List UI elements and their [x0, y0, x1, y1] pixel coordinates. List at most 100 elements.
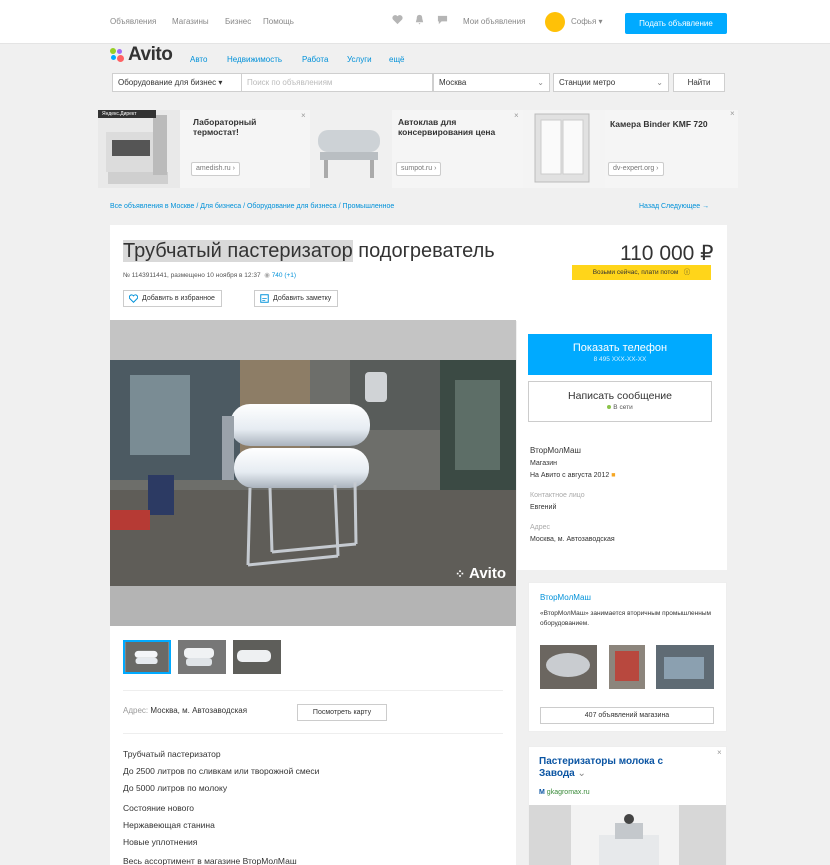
prev-next-links[interactable]: Назад Следующее →: [639, 203, 709, 210]
ad2-title[interactable]: Автоклав для консервирования цена: [398, 117, 513, 137]
show-map-button[interactable]: Посмотреть карту: [297, 704, 387, 721]
nav-more[interactable]: ещё: [389, 55, 404, 64]
side-ad-domain-text: gkagromax.ru: [546, 789, 590, 796]
ad2-image[interactable]: [310, 110, 392, 188]
photo-thumbnail-1[interactable]: [123, 640, 171, 674]
nav-auto[interactable]: Авто: [190, 55, 207, 64]
search-input[interactable]: Поиск по объявлениям: [241, 73, 433, 92]
store-description: «ВторМолМаш» занимается вторичным промыш…: [540, 610, 711, 627]
write-message-label: Написать сообщение: [568, 390, 672, 402]
topbar-link-shops[interactable]: Магазины: [172, 17, 209, 26]
ad1-close-icon[interactable]: ×: [301, 111, 306, 120]
nav-realty[interactable]: Недвижимость: [227, 55, 282, 64]
contact-person-name: Евгений: [530, 504, 557, 511]
city-select[interactable]: Москва ⌄: [433, 73, 550, 92]
store-photo-3[interactable]: [656, 645, 714, 689]
address-value: Москва, м. Автозаводская: [150, 706, 248, 715]
ad3-image[interactable]: [523, 110, 605, 188]
store-photo-1[interactable]: [540, 645, 597, 689]
ad-source-label: Яндекс.Директ: [102, 111, 137, 117]
user-name-menu[interactable]: Софья ▾: [571, 17, 603, 26]
ad1-image[interactable]: [98, 110, 180, 188]
seller-type: Магазин: [530, 460, 558, 467]
topbar-link-ads[interactable]: Объявления: [110, 17, 156, 26]
divider: [123, 733, 503, 734]
description-line: Состояние нового: [123, 803, 194, 813]
side-ad-title-text: Пастеризаторы молока с Завода: [539, 756, 664, 779]
write-message-button[interactable]: Написать сообщение В сети: [528, 381, 712, 422]
ad2-domain-link[interactable]: sumpot.ru ›: [396, 162, 442, 176]
avito-logo[interactable]: Avito: [110, 43, 173, 67]
address-row: Адрес: Москва, м. Автозаводская: [123, 706, 247, 715]
nav-services[interactable]: Услуги: [347, 55, 372, 64]
logo-text: Avito: [128, 44, 173, 65]
main-photo[interactable]: ⁘ Avito: [110, 320, 516, 626]
ad2-close-icon[interactable]: ×: [514, 111, 519, 120]
item-meta: № 1143911441, размещено 10 ноября в 12:3…: [123, 271, 296, 279]
side-ad-close-icon[interactable]: ×: [717, 748, 722, 757]
description-line: Новые уплотнения: [123, 837, 198, 847]
description-line: До 2500 литров по сливкам или творожной …: [123, 766, 320, 776]
masked-phone: 8 495 XXX-XX-XX: [593, 356, 647, 363]
show-phone-label: Показать телефон: [572, 342, 668, 354]
side-ad-image[interactable]: [529, 805, 726, 865]
side-ad-favicon: M: [539, 789, 545, 796]
info-icon: ⓘ: [683, 269, 691, 276]
description-line: Весь ассортимент в магазине ВторМолМаш: [123, 856, 297, 865]
online-dot-icon: [607, 405, 612, 410]
watermark-text: Avito: [469, 565, 506, 582]
contact-address-label: Адрес: [530, 524, 551, 531]
views-eye-icon: ◉: [262, 272, 270, 279]
messages-icon[interactable]: [437, 14, 448, 25]
item-number-date: № 1143911441, размещено 10 ноября в 12:3…: [123, 272, 261, 279]
topbar-link-help[interactable]: Помощь: [263, 17, 294, 26]
contact-address-value: Москва, м. Автозаводская: [530, 536, 615, 543]
search-button[interactable]: Найти: [673, 73, 725, 92]
ad-banner: Яндекс.Директ Лабораторный термостат! am…: [98, 109, 738, 188]
ad1-title[interactable]: Лабораторный термостат!: [193, 117, 278, 137]
watermark-dots-icon: ⁘: [454, 566, 466, 581]
store-photo-2[interactable]: [609, 645, 645, 689]
ad3-close-icon[interactable]: ×: [730, 109, 735, 118]
side-ad-domain[interactable]: M gkagromax.ru: [539, 789, 590, 796]
post-ad-button[interactable]: Подать объявление: [625, 13, 727, 34]
online-label: В сети: [613, 404, 633, 411]
item-price: 110 000 ₽: [620, 242, 714, 265]
store-ads-button[interactable]: 407 объявлений магазина: [540, 707, 714, 724]
category-value: Оборудование для бизнес: [118, 78, 217, 87]
add-to-favorites-button[interactable]: Добавить в избранное: [123, 290, 222, 307]
breadcrumb[interactable]: Все объявления в Москве / Для бизнеса / …: [110, 203, 394, 210]
ad1-domain-link[interactable]: amedish.ru ›: [191, 162, 240, 176]
metro-chevron-icon: ⌄: [656, 78, 663, 87]
seller-name-link[interactable]: ВторМолМаш: [530, 446, 581, 455]
my-ads-link[interactable]: Мои объявления: [463, 17, 525, 26]
add-note-button[interactable]: Добавить заметку: [254, 290, 339, 307]
note-icon: [260, 294, 269, 303]
buy-now-label: Возьми сейчас, плати потом: [592, 269, 679, 276]
description-line: Трубчатый пастеризатор: [123, 749, 221, 759]
heart-icon: [129, 294, 138, 303]
ad3-domain-link[interactable]: dv-expert.org ›: [608, 162, 664, 176]
category-select[interactable]: Оборудование для бизнес ▾: [112, 73, 242, 92]
description-line: Нержавеющая станина: [123, 820, 215, 830]
nav-jobs[interactable]: Работа: [302, 55, 328, 64]
favorites-heart-icon[interactable]: [392, 14, 403, 25]
topbar-link-business[interactable]: Бизнес: [225, 17, 251, 26]
item-title-highlight: Трубчатый пастеризатор: [123, 240, 353, 262]
top-bar: Объявления Магазины Бизнес Помощь Мои об…: [0, 0, 830, 44]
metro-select[interactable]: Станции метро ⌄: [553, 73, 669, 92]
address-label: Адрес:: [123, 706, 149, 715]
item-title: Трубчатый пастеризатор подогреватель: [123, 240, 495, 263]
buy-now-pay-later-badge[interactable]: Возьми сейчас, плати потом ⓘ: [572, 265, 711, 280]
add-to-favorites-label: Добавить в избранное: [142, 295, 215, 302]
store-name-link[interactable]: ВторМолМаш: [540, 593, 591, 602]
user-avatar[interactable]: [545, 12, 565, 32]
show-phone-button[interactable]: Показать телефон 8 495 XXX-XX-XX: [528, 334, 712, 375]
photo-thumbnail-2[interactable]: [178, 640, 226, 674]
photo-thumbnail-3[interactable]: [233, 640, 281, 674]
views-count[interactable]: 740 (+1): [272, 272, 296, 279]
ad3-title[interactable]: Камера Binder KMF 720: [610, 119, 735, 129]
side-ad-title[interactable]: Пастеризаторы молока с Завода ⌄: [539, 756, 689, 780]
notifications-icon[interactable]: [414, 14, 425, 25]
divider: [123, 690, 503, 691]
